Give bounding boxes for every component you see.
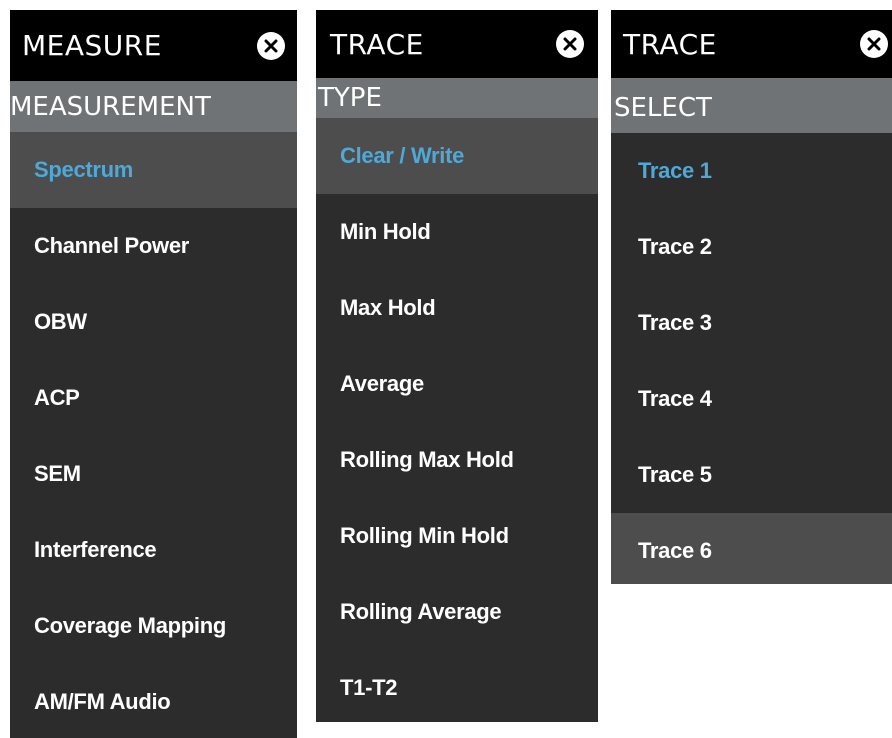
menu-item-trace-3[interactable]: Trace 3: [611, 285, 892, 361]
menu-item-interference[interactable]: Interference: [10, 512, 297, 588]
trace-type-panel-header: TRACE: [316, 10, 598, 78]
menu-item-spectrum[interactable]: Spectrum: [10, 132, 297, 208]
menu-item-am-fm-audio[interactable]: AM/FM Audio: [10, 664, 297, 738]
section-header-measurement: MEASUREMENT: [10, 81, 297, 132]
menu-item-trace-4[interactable]: Trace 4: [611, 361, 892, 437]
trace-select-panel: TRACE SELECT Trace 1 Trace 2 Trace 3 Tra…: [611, 10, 892, 584]
menu-item-coverage-mapping[interactable]: Coverage Mapping: [10, 588, 297, 664]
menu-item-rolling-max-hold[interactable]: Rolling Max Hold: [316, 422, 598, 498]
menu-item-clear-write[interactable]: Clear / Write: [316, 118, 598, 194]
menu-item-min-hold[interactable]: Min Hold: [316, 194, 598, 270]
panel-title: TRACE: [330, 27, 424, 61]
measure-panel-header: MEASURE: [10, 10, 297, 81]
menu-item-trace-2[interactable]: Trace 2: [611, 209, 892, 285]
menu-item-average[interactable]: Average: [316, 346, 598, 422]
menu-item-trace-1[interactable]: Trace 1: [611, 133, 892, 209]
measure-panel: MEASURE MEASUREMENT Spectrum Channel Pow…: [10, 10, 297, 738]
panel-title: MEASURE: [22, 29, 162, 62]
panel-title: TRACE: [623, 27, 717, 61]
menu-item-obw[interactable]: OBW: [10, 284, 297, 360]
trace-select-panel-header: TRACE: [611, 10, 892, 78]
menu-item-sem[interactable]: SEM: [10, 436, 297, 512]
menu-item-max-hold[interactable]: Max Hold: [316, 270, 598, 346]
section-header-select: SELECT: [611, 78, 892, 133]
menu-item-acp[interactable]: ACP: [10, 360, 297, 436]
menu-item-t1-t2[interactable]: T1-T2: [316, 650, 598, 722]
menu-item-rolling-average[interactable]: Rolling Average: [316, 574, 598, 650]
menu-item-trace-6[interactable]: Trace 6: [611, 513, 892, 584]
close-icon[interactable]: [860, 30, 888, 58]
menu-item-rolling-min-hold[interactable]: Rolling Min Hold: [316, 498, 598, 574]
close-icon[interactable]: [556, 30, 584, 58]
menu-item-channel-power[interactable]: Channel Power: [10, 208, 297, 284]
menu-item-trace-5[interactable]: Trace 5: [611, 437, 892, 513]
section-header-type: TYPE: [316, 78, 598, 118]
close-icon[interactable]: [257, 31, 285, 60]
trace-type-panel: TRACE TYPE Clear / Write Min Hold Max Ho…: [316, 10, 598, 722]
